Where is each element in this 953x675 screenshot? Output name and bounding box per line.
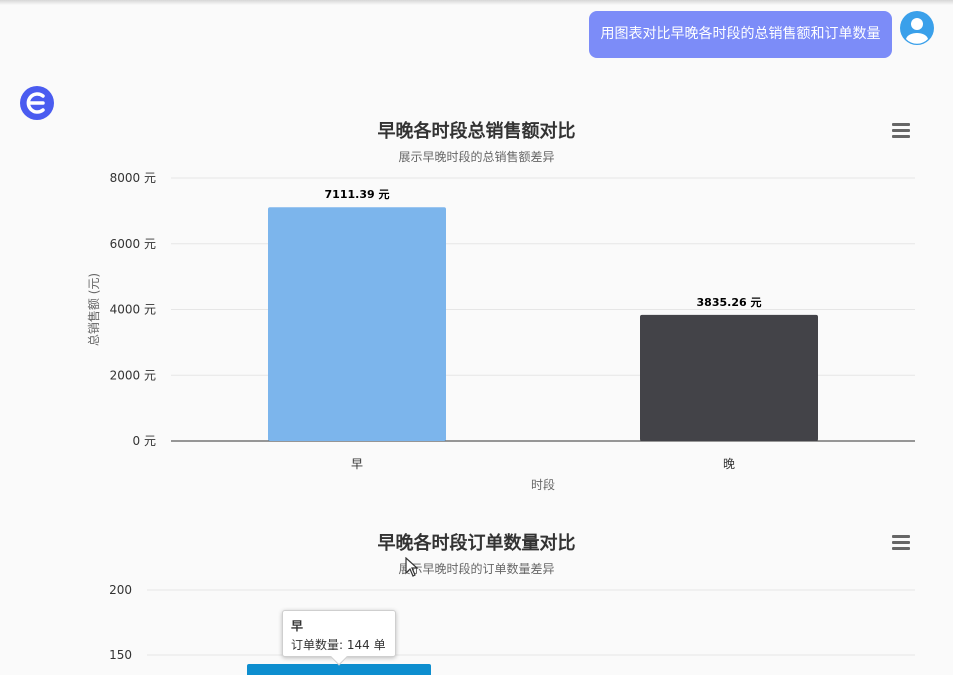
user-message-bubble: 用图表对比早晚各时段的总销售额和订单数量 [589, 11, 892, 58]
orders-bar-chart: 150 200 [109, 583, 915, 675]
bot-logo-icon [20, 86, 54, 120]
data-label-1: 3835.26 元 [697, 296, 762, 309]
hamburger-menu-icon [892, 535, 910, 538]
y-axis-title: 总销售额 (元) [86, 273, 101, 346]
x-axis-title: 时段 [531, 477, 555, 492]
chart1-title: 早晚各时段总销售额对比 [377, 121, 576, 142]
y-tick-label: 8000 元 [110, 171, 156, 185]
y-tick-label: 2000 元 [110, 368, 156, 382]
y-tick-label: 150 [109, 648, 132, 662]
tooltip-title: 早 [291, 619, 304, 633]
y-tick-label: 6000 元 [110, 237, 156, 251]
mouse-cursor-icon [405, 557, 419, 577]
chart2-title: 早晚各时段订单数量对比 [377, 533, 576, 554]
bar-1 [640, 314, 818, 441]
chart1-menu-button[interactable] [892, 123, 912, 139]
chart2-subtitle: 展示早晚时段的订单数量差异 [398, 562, 555, 576]
x-tick-label: 早 [351, 457, 363, 471]
hamburger-menu-icon [892, 123, 910, 126]
bar-0 [268, 207, 446, 441]
data-label-0: 7111.39 元 [325, 188, 390, 201]
top-shadow [0, 0, 953, 5]
chart-tooltip: 早 订单数量: 144 单 [282, 610, 396, 666]
y-tick-label: 4000 元 [110, 303, 156, 317]
y-tick-label: 200 [109, 583, 132, 597]
chart1-subtitle: 展示早晚时段的总销售额差异 [398, 150, 555, 164]
bar-0 [247, 664, 431, 675]
x-tick-label: 晚 [723, 457, 735, 471]
chart2-menu-button[interactable] [892, 535, 912, 551]
y-tick-label: 0 元 [133, 434, 156, 448]
sales-bar-chart: 0 元 2000 元 4000 元 6000 元 8000 元 7111.39 元早 383… [86, 171, 915, 492]
user-avatar-icon[interactable] [900, 11, 934, 45]
